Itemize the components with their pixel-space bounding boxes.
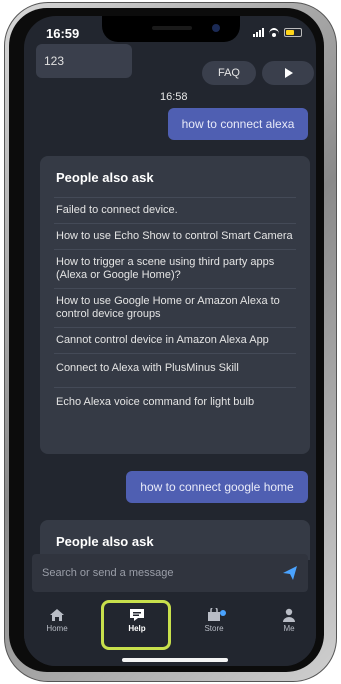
play-button[interactable] [262, 61, 314, 85]
suggestion-item[interactable]: How to use Echo Show to control Smart Ca… [54, 223, 296, 249]
nav-me[interactable]: Me [264, 608, 314, 648]
app-screen: 16:59 123 FAQ 16:58 how to connect alexa… [24, 16, 316, 666]
suggestion-item[interactable]: Echo Alexa voice command for light bulb [54, 387, 296, 421]
wifi-icon [268, 27, 280, 37]
message-input[interactable] [40, 563, 270, 583]
previous-message-bubble: 123 [36, 44, 132, 78]
store-badge [220, 610, 226, 616]
status-icons [253, 27, 302, 37]
suggestion-item[interactable]: Connect to Alexa with PlusMinus Skill [54, 353, 296, 387]
nav-store[interactable]: Store [189, 608, 239, 648]
battery-icon [284, 27, 302, 37]
user-message-bubble: how to connect google home [126, 471, 308, 503]
nav-home-label: Home [46, 624, 68, 633]
nav-store-label: Store [204, 624, 224, 633]
help-tab-highlight [101, 600, 171, 650]
message-timestamp: 16:58 [160, 91, 188, 103]
suggestion-item[interactable]: Cannot control device in Amazon Alexa Ap… [54, 327, 296, 353]
signal-icon [253, 27, 264, 37]
suggestions-card: People also ask Failed to connect device… [40, 156, 310, 454]
suggestion-item[interactable]: How to trigger a scene using third party… [54, 249, 296, 288]
play-icon [285, 68, 293, 78]
nav-home[interactable]: Home [32, 608, 82, 648]
user-message-bubble: how to connect alexa [168, 108, 308, 140]
nav-me-label: Me [283, 624, 295, 633]
suggestions-title: People also ask [56, 170, 154, 185]
home-indicator [122, 658, 228, 662]
notch [102, 16, 240, 42]
home-icon [50, 609, 64, 621]
send-icon[interactable] [282, 565, 298, 581]
suggestions-title: People also ask [56, 534, 154, 549]
faq-button[interactable]: FAQ [202, 61, 256, 85]
person-icon [283, 608, 295, 622]
store-bag-icon [208, 608, 220, 621]
status-time: 16:59 [46, 26, 80, 41]
suggestion-item[interactable]: Failed to connect device. [54, 197, 296, 223]
suggestion-item[interactable]: How to use Google Home or Amazon Alexa t… [54, 288, 296, 327]
message-input-bar [32, 554, 308, 592]
